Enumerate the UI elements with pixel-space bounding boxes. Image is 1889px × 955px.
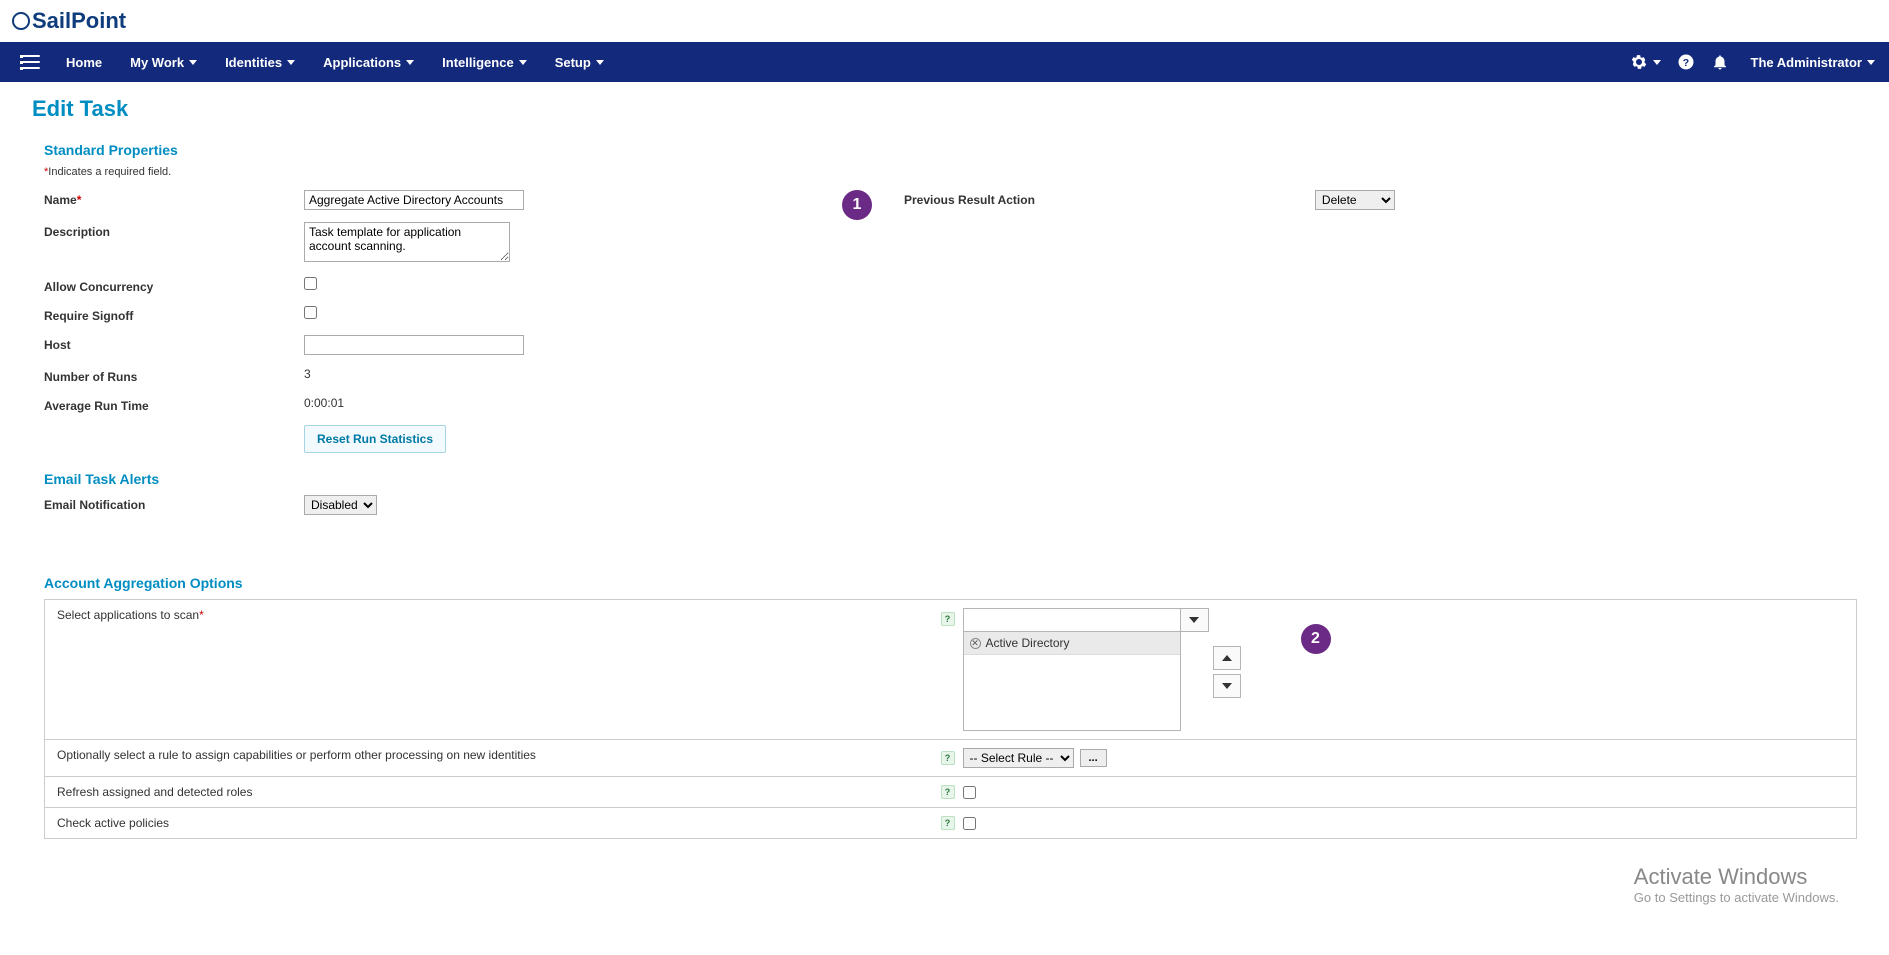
refresh-roles-label: Refresh assigned and detected roles bbox=[57, 785, 252, 799]
callout-badge-2: 2 bbox=[1301, 624, 1331, 654]
allow-concurrency-label: Allow Concurrency bbox=[44, 277, 304, 294]
chevron-down-icon bbox=[406, 60, 414, 65]
svg-text:?: ? bbox=[1682, 57, 1688, 69]
chevron-down-icon bbox=[287, 60, 295, 65]
rule-select[interactable]: -- Select Rule -- bbox=[963, 748, 1074, 768]
chevron-down-icon bbox=[189, 60, 197, 65]
nav-setup-label: Setup bbox=[555, 55, 591, 70]
nav-identities[interactable]: Identities bbox=[211, 45, 309, 80]
required-note: **Indicates a required field.Indicates a… bbox=[44, 166, 1857, 178]
notifications-button[interactable] bbox=[1711, 53, 1729, 71]
host-input[interactable] bbox=[304, 335, 524, 355]
user-name: The Administrator bbox=[1751, 55, 1862, 70]
host-label: Host bbox=[44, 335, 304, 352]
email-notification-label: Email Notification bbox=[44, 495, 304, 512]
chevron-down-icon bbox=[596, 60, 604, 65]
select-apps-label: Select applications to scan* bbox=[57, 608, 204, 622]
user-menu[interactable]: The Administrator bbox=[1745, 45, 1881, 80]
bell-icon bbox=[1711, 53, 1729, 71]
avg-runtime-value: 0:00:01 bbox=[304, 396, 904, 410]
hamburger-menu-icon[interactable] bbox=[20, 55, 40, 69]
chevron-down-icon bbox=[519, 60, 527, 65]
aggregation-options-heading: Account Aggregation Options bbox=[44, 575, 1857, 591]
help-icon[interactable]: ? bbox=[941, 785, 955, 799]
require-signoff-label: Require Signoff bbox=[44, 306, 304, 323]
prev-result-label: Previous Result Action bbox=[904, 193, 1035, 207]
nav-home-label: Home bbox=[66, 55, 102, 70]
rule-browse-button[interactable]: ... bbox=[1080, 749, 1107, 767]
nav-identities-label: Identities bbox=[225, 55, 282, 70]
help-icon[interactable]: ? bbox=[941, 816, 955, 830]
nav-setup[interactable]: Setup bbox=[541, 45, 618, 80]
chevron-up-icon bbox=[1222, 655, 1232, 661]
refresh-roles-checkbox[interactable] bbox=[963, 786, 976, 799]
standard-properties-heading: Standard Properties bbox=[44, 142, 1857, 158]
nav-intelligence-label: Intelligence bbox=[442, 55, 514, 70]
selected-application-item: ✕ Active Directory bbox=[964, 632, 1180, 655]
name-label: Name* bbox=[44, 190, 304, 207]
num-runs-label: Number of Runs bbox=[44, 367, 304, 384]
selected-app-label: Active Directory bbox=[986, 636, 1070, 650]
callout-badge-1: 1 bbox=[842, 190, 872, 220]
description-label: Description bbox=[44, 222, 304, 239]
require-signoff-checkbox[interactable] bbox=[304, 306, 317, 319]
reset-run-stats-button[interactable]: Reset Run Statistics bbox=[304, 425, 446, 453]
nav-applications[interactable]: Applications bbox=[309, 45, 428, 80]
move-down-button[interactable] bbox=[1213, 674, 1241, 698]
remove-icon[interactable]: ✕ bbox=[970, 638, 981, 649]
watermark-sub: Go to Settings to activate Windows. bbox=[1634, 890, 1839, 905]
brand-logo[interactable]: SailPoint bbox=[0, 0, 1889, 42]
prev-result-select[interactable]: Delete bbox=[1315, 190, 1395, 210]
help-icon: ? bbox=[1677, 53, 1695, 71]
name-input[interactable] bbox=[304, 190, 524, 210]
help-icon[interactable]: ? bbox=[941, 751, 955, 765]
chevron-down-icon bbox=[1222, 683, 1232, 689]
chevron-down-icon bbox=[1653, 60, 1661, 65]
avg-runtime-label: Average Run Time bbox=[44, 396, 304, 413]
check-policies-checkbox[interactable] bbox=[963, 817, 976, 830]
email-notification-select[interactable]: Disabled bbox=[304, 495, 377, 515]
check-policies-label: Check active policies bbox=[57, 816, 169, 830]
nav-home[interactable]: Home bbox=[52, 45, 116, 80]
sailpoint-icon bbox=[12, 12, 30, 30]
chevron-down-icon bbox=[1189, 617, 1199, 623]
main-navbar: Home My Work Identities Applications Int… bbox=[0, 42, 1889, 82]
help-icon[interactable]: ? bbox=[941, 612, 955, 626]
move-up-button[interactable] bbox=[1213, 646, 1241, 670]
nav-applications-label: Applications bbox=[323, 55, 401, 70]
nav-my-work[interactable]: My Work bbox=[116, 45, 211, 80]
brand-name: SailPoint bbox=[32, 8, 126, 34]
nav-my-work-label: My Work bbox=[130, 55, 184, 70]
page-title: Edit Task bbox=[32, 96, 1857, 122]
selected-applications-list: ✕ Active Directory bbox=[963, 631, 1181, 731]
application-dropdown-button[interactable] bbox=[1181, 608, 1209, 632]
settings-menu[interactable] bbox=[1630, 53, 1661, 71]
help-button[interactable]: ? bbox=[1677, 53, 1695, 71]
description-textarea[interactable] bbox=[304, 222, 510, 262]
allow-concurrency-checkbox[interactable] bbox=[304, 277, 317, 290]
email-alerts-heading: Email Task Alerts bbox=[44, 471, 1857, 487]
nav-intelligence[interactable]: Intelligence bbox=[428, 45, 541, 80]
application-search-input[interactable] bbox=[964, 609, 1180, 631]
num-runs-value: 3 bbox=[304, 367, 904, 381]
rule-select-label: Optionally select a rule to assign capab… bbox=[57, 748, 536, 762]
chevron-down-icon bbox=[1867, 60, 1875, 65]
gear-icon bbox=[1630, 53, 1648, 71]
